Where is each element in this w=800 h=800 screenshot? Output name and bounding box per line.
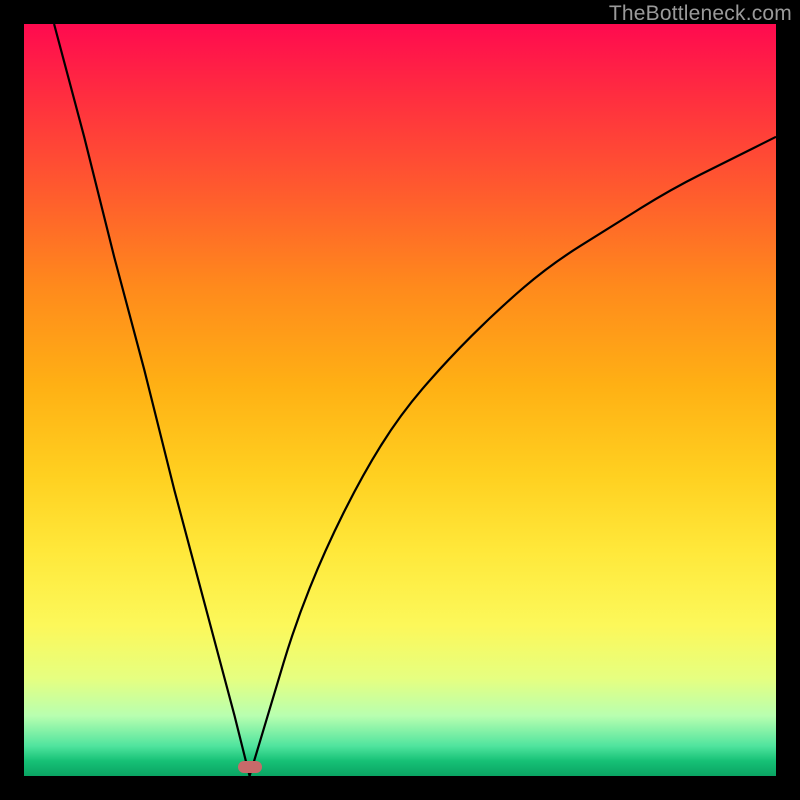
curve-right-branch xyxy=(250,137,776,776)
watermark-text: TheBottleneck.com xyxy=(609,2,792,26)
bottleneck-marker xyxy=(238,761,262,773)
curve-left-branch xyxy=(54,24,250,776)
curve-svg xyxy=(24,24,776,776)
plot-area xyxy=(24,24,776,776)
chart-frame: TheBottleneck.com xyxy=(0,0,800,800)
